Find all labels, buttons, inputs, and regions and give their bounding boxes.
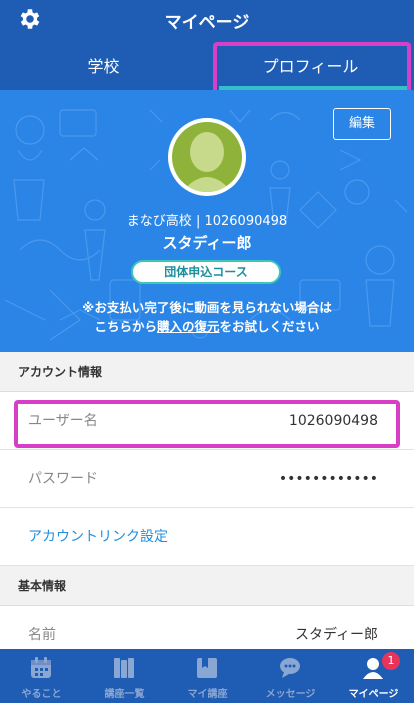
tabbar-label: マイページ <box>348 689 399 700</box>
tabbar-label: メッセージ <box>265 689 316 700</box>
restore-purchase-notice: ※お支払い完了後に動画を見られない場合は こちらから購入の復元をお試しください <box>0 298 414 336</box>
tabbar-my-courses[interactable]: マイ講座 <box>166 649 249 703</box>
user-id: 1026090498 <box>204 214 288 229</box>
password-value: •••••••••••• <box>278 471 378 487</box>
notice-prefix: こちらから <box>94 319 157 334</box>
tabbar-messages[interactable]: メッセージ <box>249 649 332 703</box>
password-label: パスワード <box>28 471 98 487</box>
bottom-tab-bar: やること 講座一覧 マイ講座 メッセージ 1 マイページ <box>0 649 414 703</box>
tabbar-todo[interactable]: やること <box>0 649 83 703</box>
notice-suffix: をお試しください <box>219 319 320 334</box>
restore-purchase-link[interactable]: 購入の復元 <box>157 319 220 334</box>
section-header-account: アカウント情報 <box>0 352 414 392</box>
profile-hero: 編集 まなび高校 | 1026090498 スタディー郎 団体申込コース ※お支… <box>0 90 414 352</box>
notice-line-1: ※お支払い完了後に動画を見られない場合は <box>82 300 332 315</box>
avatar[interactable] <box>168 118 246 196</box>
chat-icon <box>280 658 300 678</box>
section-header-basic: 基本情報 <box>0 566 414 606</box>
user-name: スタディー郎 <box>162 234 252 252</box>
school-name: まなび高校 <box>126 214 192 229</box>
tabbar-label: やること <box>21 689 62 700</box>
book-icon <box>197 658 217 678</box>
person-silhouette-icon <box>182 132 232 192</box>
books-icon <box>114 658 134 678</box>
tabbar-mypage[interactable]: 1 マイページ <box>332 649 414 703</box>
notice-line-2: こちらから購入の復元をお試しください <box>0 317 414 336</box>
account-link-settings-row[interactable]: アカウントリンク設定 <box>0 508 414 566</box>
app-header: マイページ <box>0 0 414 38</box>
school-and-id: まなび高校 | 1026090498 <box>126 214 288 229</box>
course-badge: 団体申込コース <box>131 260 281 284</box>
edit-button[interactable]: 編集 <box>333 108 391 140</box>
page-title: マイページ <box>164 13 250 33</box>
password-row[interactable]: パスワード •••••••••••• <box>0 450 414 508</box>
highlight-box-username <box>14 400 400 448</box>
tabbar-label: マイ講座 <box>187 689 228 700</box>
notification-badge: 1 <box>382 652 400 670</box>
tab-school[interactable]: 学校 <box>0 38 207 90</box>
tabbar-courses[interactable]: 講座一覧 <box>83 649 166 703</box>
account-link-settings-label[interactable]: アカウントリンク設定 <box>28 508 168 566</box>
highlight-box-profile-tab <box>213 42 411 94</box>
tabbar-label: 講座一覧 <box>104 689 145 700</box>
calendar-icon <box>31 657 51 678</box>
